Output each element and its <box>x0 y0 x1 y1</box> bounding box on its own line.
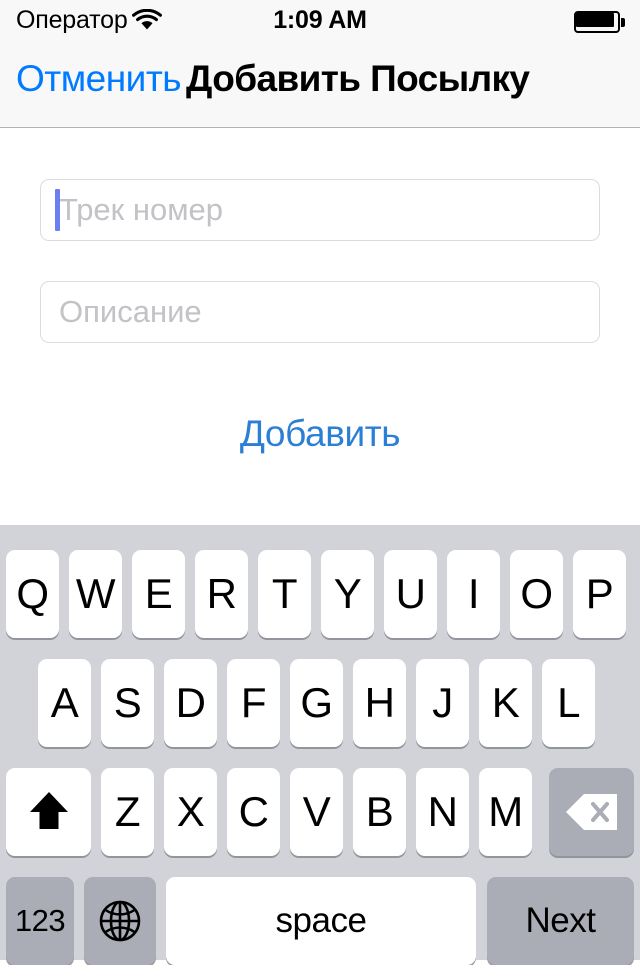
key-t[interactable]: T <box>258 550 311 638</box>
text-caret <box>55 189 60 231</box>
space-key[interactable]: space <box>166 877 476 965</box>
key-o[interactable]: O <box>510 550 563 638</box>
key-s[interactable]: S <box>101 659 154 747</box>
key-b[interactable]: B <box>353 768 406 856</box>
shift-key[interactable] <box>6 768 91 856</box>
key-l[interactable]: L <box>542 659 595 747</box>
globe-icon <box>97 898 143 944</box>
globe-key[interactable] <box>84 877 156 965</box>
cancel-button[interactable]: Отменить <box>16 58 182 100</box>
key-x[interactable]: X <box>164 768 217 856</box>
add-button[interactable]: Добавить <box>0 413 640 455</box>
key-m[interactable]: M <box>479 768 532 856</box>
return-key[interactable]: Next <box>487 877 634 965</box>
backspace-key[interactable] <box>549 768 634 856</box>
shift-arrow-icon <box>28 789 70 835</box>
key-n[interactable]: N <box>416 768 469 856</box>
battery-full-icon <box>574 11 626 33</box>
numbers-key[interactable]: 123 <box>6 877 74 965</box>
key-d[interactable]: D <box>164 659 217 747</box>
key-a[interactable]: A <box>38 659 91 747</box>
status-bar: Оператор 1:09 AM <box>0 0 640 40</box>
page-title: Добавить Посылку <box>186 58 530 99</box>
key-p[interactable]: P <box>573 550 626 638</box>
onscreen-keyboard: Q W E R T Y U I O P A S D F G H J K L Z … <box>0 525 640 965</box>
backspace-delete-icon <box>564 791 620 833</box>
key-j[interactable]: J <box>416 659 469 747</box>
key-z[interactable]: Z <box>101 768 154 856</box>
key-r[interactable]: R <box>195 550 248 638</box>
key-k[interactable]: K <box>479 659 532 747</box>
key-u[interactable]: U <box>384 550 437 638</box>
clock-label: 1:09 AM <box>273 6 367 34</box>
key-q[interactable]: Q <box>6 550 59 638</box>
key-g[interactable]: G <box>290 659 343 747</box>
key-y[interactable]: Y <box>321 550 374 638</box>
navigation-bar: Отменить Добавить Посылку <box>0 40 640 128</box>
key-f[interactable]: F <box>227 659 280 747</box>
key-w[interactable]: W <box>69 550 122 638</box>
key-h[interactable]: H <box>353 659 406 747</box>
key-e[interactable]: E <box>132 550 185 638</box>
key-c[interactable]: C <box>227 768 280 856</box>
form-content: Добавить <box>0 129 640 525</box>
tracking-number-input[interactable] <box>40 179 600 241</box>
description-input[interactable] <box>40 281 600 343</box>
key-i[interactable]: I <box>447 550 500 638</box>
key-v[interactable]: V <box>290 768 343 856</box>
